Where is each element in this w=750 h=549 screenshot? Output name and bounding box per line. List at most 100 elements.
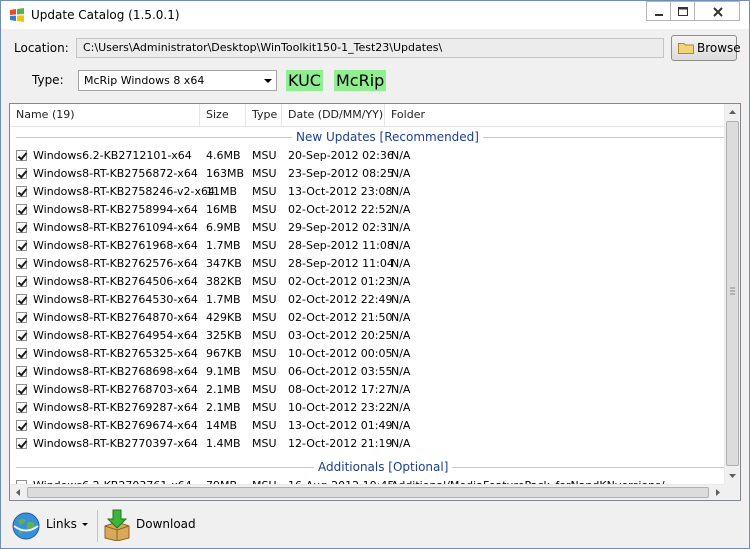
list-item[interactable]: Windows8-RT-KB2761968-x64 1.7MB MSU 28-Sep-… bbox=[10, 237, 726, 255]
group-header-additionals: Additionals [Optional] bbox=[10, 459, 726, 475]
row-date: 02-Oct-2012 22:49 bbox=[288, 293, 393, 306]
list-item[interactable]: Windows8-RT-KB2764506-x64 382KB MSU 02-Oct-… bbox=[10, 273, 726, 291]
row-date: 02-Oct-2012 22:52 bbox=[288, 203, 393, 216]
minimize-button[interactable] bbox=[646, 1, 670, 21]
links-dropdown-button[interactable]: Links bbox=[11, 506, 93, 546]
horizontal-scrollbar[interactable] bbox=[10, 484, 726, 500]
list-item[interactable]: Windows8-RT-KB2769674-x64 14MB MSU 13-Oct-2… bbox=[10, 417, 726, 435]
row-checkbox[interactable] bbox=[16, 366, 27, 377]
list-item[interactable]: Windows8-RT-KB2758994-x64 16MB MSU 02-Oct-2… bbox=[10, 201, 726, 219]
row-size: 1.4MB bbox=[206, 437, 241, 450]
row-date: 03-Oct-2012 20:25 bbox=[288, 329, 393, 342]
group-header-new-updates: New Updates [Recommended] bbox=[10, 129, 726, 145]
column-header-name[interactable]: Name (19) bbox=[10, 104, 200, 126]
row-checkbox[interactable] bbox=[16, 348, 27, 359]
location-path-field[interactable]: C:\Users\Administrator\Desktop\WinToolki… bbox=[76, 38, 664, 58]
row-checkbox[interactable] bbox=[16, 150, 27, 161]
row-size: 2.1MB bbox=[206, 401, 241, 414]
row-type: MSU bbox=[252, 329, 277, 342]
row-type: MSU bbox=[252, 167, 277, 180]
row-date: 13-Oct-2012 01:49 bbox=[288, 419, 393, 432]
row-size: 429KB bbox=[206, 311, 242, 324]
type-dropdown[interactable]: McRip Windows 8 x64 bbox=[78, 70, 277, 91]
row-checkbox[interactable] bbox=[16, 222, 27, 233]
list-item[interactable]: Windows6.2-KB2712101-x64 4.6MB MSU 20-Sep-2… bbox=[10, 147, 726, 165]
update-list[interactable]: Name (19) Size Type Date (DD/MM/YY) Fold… bbox=[9, 103, 741, 501]
row-type: MSU bbox=[252, 401, 277, 414]
row-checkbox[interactable] bbox=[16, 204, 27, 215]
column-header-size[interactable]: Size bbox=[200, 104, 246, 126]
row-checkbox[interactable] bbox=[16, 258, 27, 269]
list-item[interactable]: Windows8-RT-KB2764870-x64 429KB MSU 02-Oct-… bbox=[10, 309, 726, 327]
row-checkbox[interactable] bbox=[16, 312, 27, 323]
row-type: MSU bbox=[252, 275, 277, 288]
row-type: MSU bbox=[252, 185, 277, 198]
row-name: Windows8-RT-KB2764954-x64 bbox=[33, 329, 198, 342]
browse-button[interactable]: Browse bbox=[671, 35, 741, 61]
row-date: 12-Oct-2012 21:19 bbox=[288, 437, 393, 450]
list-item[interactable]: Windows8-RT-KB2768698-x64 9.1MB MSU 06-Oct-… bbox=[10, 363, 726, 381]
row-checkbox[interactable] bbox=[16, 420, 27, 431]
row-date: 10-Oct-2012 23:22 bbox=[288, 401, 393, 414]
list-item[interactable]: Windows8-RT-KB2758246-v2-x64 11MB MSU 13-Oc… bbox=[10, 183, 726, 201]
links-label: Links bbox=[46, 517, 77, 531]
row-date: 10-Oct-2012 00:05 bbox=[288, 347, 393, 360]
row-checkbox[interactable] bbox=[16, 240, 27, 251]
row-size: 325KB bbox=[206, 329, 242, 342]
row-type: MSU bbox=[252, 419, 277, 432]
row-size: 1.7MB bbox=[206, 239, 241, 252]
row-name: Windows8-RT-KB2762576-x64 bbox=[33, 257, 198, 270]
list-item[interactable]: Windows8-RT-KB2764530-x64 1.7MB MSU 02-Oct-… bbox=[10, 291, 726, 309]
list-item[interactable]: Windows8-RT-KB2764954-x64 325KB MSU 03-Oct-… bbox=[10, 327, 726, 345]
group-title-new: New Updates [Recommended] bbox=[292, 129, 483, 145]
scroll-up-arrow-icon[interactable] bbox=[725, 104, 740, 120]
column-header-date[interactable]: Date (DD/MM/YY) bbox=[282, 104, 385, 126]
download-button[interactable]: Download bbox=[102, 506, 197, 546]
list-item[interactable]: Windows8-RT-KB2769287-x64 2.1MB MSU 10-Oct-… bbox=[10, 399, 726, 417]
row-size: 11MB bbox=[206, 185, 238, 198]
list-item[interactable]: Windows8-RT-KB2756872-x64 163MB MSU 23-Sep-… bbox=[10, 165, 726, 183]
chevron-down-icon bbox=[264, 79, 272, 83]
vertical-scroll-thumb[interactable] bbox=[726, 121, 739, 466]
row-checkbox[interactable] bbox=[16, 384, 27, 395]
row-checkbox[interactable] bbox=[16, 402, 27, 413]
row-folder: N/A bbox=[391, 365, 411, 378]
chevron-down-icon bbox=[82, 523, 88, 526]
list-item[interactable]: Windows8-RT-KB2761094-x64 6.9MB MSU 29-Sep-… bbox=[10, 219, 726, 237]
row-date: 28-Sep-2012 11:08 bbox=[288, 239, 394, 252]
row-checkbox[interactable] bbox=[16, 294, 27, 305]
list-item[interactable]: Windows8-RT-KB2762576-x64 347KB MSU 28-Sep-… bbox=[10, 255, 726, 273]
row-date: 08-Oct-2012 17:27 bbox=[288, 383, 393, 396]
scroll-down-arrow-icon[interactable] bbox=[725, 468, 740, 484]
list-item[interactable]: Windows8-RT-KB2768703-x64 2.1MB MSU 08-Oct-… bbox=[10, 381, 726, 399]
row-checkbox[interactable] bbox=[16, 168, 27, 179]
row-size: 2.1MB bbox=[206, 383, 241, 396]
row-checkbox[interactable] bbox=[16, 186, 27, 197]
row-folder: N/A bbox=[391, 185, 411, 198]
scroll-left-arrow-icon[interactable] bbox=[10, 485, 26, 500]
row-name: Windows8-RT-KB2768698-x64 bbox=[33, 365, 198, 378]
row-name: Windows8-RT-KB2770397-x64 bbox=[33, 437, 198, 450]
maximize-button[interactable] bbox=[670, 1, 694, 21]
row-checkbox[interactable] bbox=[16, 276, 27, 287]
download-box-icon bbox=[102, 509, 132, 544]
row-size: 16MB bbox=[206, 203, 238, 216]
row-date: 23-Sep-2012 08:25 bbox=[288, 167, 394, 180]
row-type: MSU bbox=[252, 203, 277, 216]
row-date: 20-Sep-2012 02:36 bbox=[288, 149, 394, 162]
column-header-folder[interactable]: Folder bbox=[385, 104, 726, 126]
row-checkbox[interactable] bbox=[16, 438, 27, 449]
row-name: Windows8-RT-KB2758994-x64 bbox=[33, 203, 198, 216]
column-header-type[interactable]: Type bbox=[246, 104, 282, 126]
horizontal-scroll-thumb[interactable] bbox=[27, 487, 709, 498]
row-date: 28-Sep-2012 11:04 bbox=[288, 257, 394, 270]
list-item[interactable]: Windows8-RT-KB2770397-x64 1.4MB MSU 12-Oct-… bbox=[10, 435, 726, 453]
row-type: MSU bbox=[252, 257, 277, 270]
row-type: MSU bbox=[252, 293, 277, 306]
list-item[interactable]: Windows8-RT-KB2765325-x64 967KB MSU 10-Oct-… bbox=[10, 345, 726, 363]
row-checkbox[interactable] bbox=[16, 330, 27, 341]
close-button[interactable] bbox=[694, 1, 740, 21]
row-name: Windows8-RT-KB2765325-x64 bbox=[33, 347, 198, 360]
row-folder: N/A bbox=[391, 257, 411, 270]
vertical-scrollbar[interactable] bbox=[724, 104, 740, 484]
